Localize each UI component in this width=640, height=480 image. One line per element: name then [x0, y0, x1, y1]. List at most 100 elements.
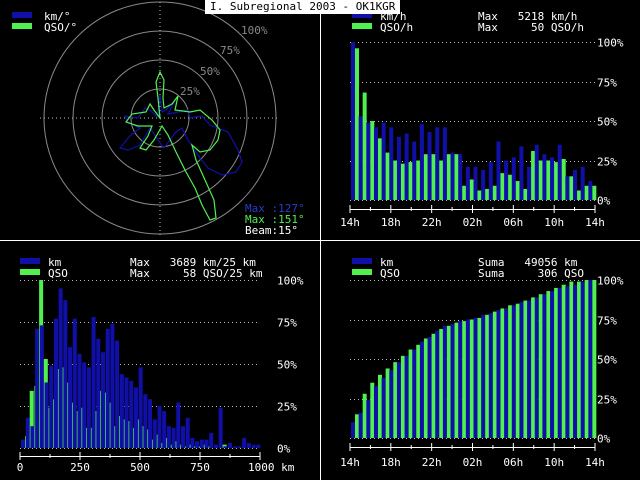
qso-bar — [561, 158, 566, 200]
km-bar — [504, 308, 509, 438]
km-bar — [242, 437, 247, 448]
hourly-x-axis: 14h 18h 22h 02h 06h 10h 14h — [340, 205, 605, 229]
y-tick-label: 50% — [277, 359, 297, 372]
km-bar — [473, 317, 478, 438]
km-bar — [39, 325, 44, 448]
x-tick-label: 0 — [17, 461, 24, 474]
hourly-legend-qso-swatch — [352, 23, 372, 29]
qso-bar — [500, 308, 505, 438]
qso-bar — [446, 154, 451, 200]
polar-panel: 25% 50% 75% 100% km/° QSO/° Max :127° Ma… — [12, 1, 305, 237]
x-tick-label: 14h — [585, 456, 605, 469]
ring-label-50: 50% — [200, 65, 220, 78]
qso-bar — [469, 179, 474, 200]
qso-bar — [569, 281, 574, 438]
km-bar — [450, 152, 455, 200]
km-bar — [488, 162, 493, 200]
km-bar — [101, 352, 105, 448]
qso-bar — [515, 303, 520, 438]
qso-bar — [393, 160, 398, 200]
km-bar — [404, 355, 409, 438]
km-bar — [465, 166, 470, 200]
km-bar — [580, 166, 585, 200]
qso-bar — [439, 328, 444, 438]
km-bar — [195, 441, 200, 448]
qso-bar — [385, 368, 390, 438]
y-tick-label: 50% — [597, 354, 617, 367]
qso-bar — [370, 382, 375, 438]
km-bar — [204, 439, 209, 448]
hourly-bars — [351, 42, 597, 200]
ring-label-100: 100% — [241, 24, 268, 37]
km-bar — [162, 411, 167, 448]
km-bar — [473, 166, 478, 200]
qso-bar — [377, 138, 382, 200]
distance-legend-qso-swatch — [20, 269, 40, 275]
km-bar — [25, 417, 30, 448]
qso-bar — [416, 160, 421, 200]
km-bar — [396, 362, 401, 438]
ring-label-25: 25% — [180, 85, 200, 98]
km-bar — [351, 422, 355, 438]
x-tick-label: 14h — [340, 216, 360, 229]
km-bar — [488, 313, 493, 438]
km-bar — [519, 302, 524, 438]
km-bar — [573, 284, 578, 438]
qso-bar — [538, 160, 543, 200]
km-bar — [53, 318, 58, 448]
km-bar — [435, 330, 440, 438]
km-bar — [404, 133, 409, 200]
km-bar — [580, 281, 585, 438]
x-tick-label: 10h — [544, 216, 564, 229]
km-bar — [381, 122, 386, 200]
hourly-max-qso-text: Max 50 QSO/h — [478, 21, 584, 34]
distance-y-labels: 100% 75% 50% 25% 0% — [277, 275, 304, 456]
km-bar — [256, 444, 261, 448]
y-tick-label: 25% — [597, 156, 617, 169]
qso-bar — [485, 314, 490, 438]
x-tick-label: 1000 km — [248, 461, 295, 474]
km-bar — [190, 437, 195, 448]
qso-bar — [431, 333, 436, 438]
km-bar — [35, 328, 40, 448]
km-bar — [44, 382, 49, 448]
km-bar — [481, 169, 486, 200]
distance-chart: km QSO Max 3689 km/25 km Max 58 QSO/25 k… — [17, 256, 304, 474]
km-bar — [86, 367, 91, 448]
hourly-y-labels: 100% 75% 50% 25% 0% — [597, 37, 624, 208]
qso-bar — [592, 280, 597, 438]
qso-bar — [377, 374, 382, 438]
qso-bar — [355, 414, 359, 438]
cumulative-y-labels: 100% 75% 50% 25% 0% — [597, 275, 624, 446]
km-bar — [527, 300, 532, 438]
qso-bar — [546, 160, 551, 200]
polar-legend-km-swatch — [12, 12, 32, 18]
qso-bar — [370, 121, 375, 200]
km-bar — [143, 394, 148, 448]
km-bar — [412, 141, 417, 200]
km-bar — [588, 181, 593, 200]
x-tick-label: 06h — [503, 456, 523, 469]
km-bar — [105, 328, 110, 448]
qso-bar — [393, 362, 398, 438]
cumulative-legend-km-swatch — [352, 258, 372, 264]
x-tick-label: 18h — [381, 456, 401, 469]
km-bar — [504, 160, 509, 200]
qso-bar — [400, 163, 405, 200]
km-bar — [358, 412, 363, 438]
qso-bar — [408, 162, 413, 200]
qso-bar — [577, 190, 582, 200]
x-tick-label: 22h — [422, 216, 442, 229]
qso-bar — [485, 188, 490, 200]
x-tick-label: 06h — [503, 216, 523, 229]
qso-bar — [592, 185, 597, 200]
km-bar — [218, 407, 223, 448]
km-bar — [171, 427, 176, 448]
km-bar — [110, 323, 115, 448]
y-tick-label: 100% — [597, 275, 624, 288]
y-tick-label: 100% — [277, 275, 304, 288]
km-bar — [138, 367, 143, 448]
qso-bar — [446, 325, 451, 438]
km-bar — [550, 157, 555, 200]
y-tick-label: 50% — [597, 116, 617, 129]
